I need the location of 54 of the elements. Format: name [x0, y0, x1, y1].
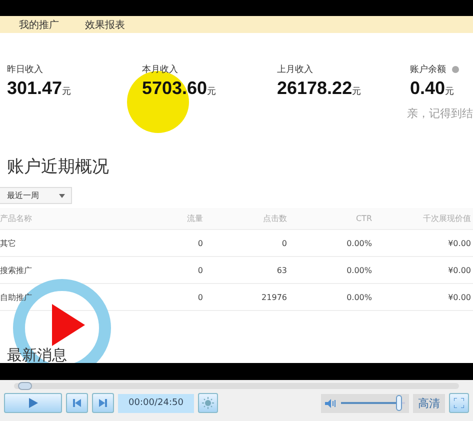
table-cell-text: 63 [276, 266, 288, 274]
stat-label: 账户余额 [410, 64, 446, 76]
stat-label: 上月收入 [277, 64, 313, 76]
column-header: 流量 [186, 213, 204, 224]
table-cell-text: ¥0.00 [447, 266, 472, 274]
stat-label: 昨日收入 [7, 64, 43, 76]
table-cell-text: 自助推广 [0, 292, 33, 302]
brightness-icon [202, 397, 214, 409]
period-dropdown[interactable]: 最近一周 [0, 187, 72, 204]
table-cell-text: 0 [280, 238, 288, 248]
unit-label: 元 [62, 86, 72, 98]
section-heading: 最新消息 [7, 346, 67, 363]
table-cell-text: 0.00% [346, 292, 373, 302]
brightness-button[interactable] [198, 393, 218, 413]
stat-value: 301.47 [7, 78, 62, 99]
table-cell-text: 其它 [0, 238, 17, 248]
volume-thumb[interactable] [396, 395, 402, 411]
table-cell-text: ¥0.00 [447, 238, 472, 248]
table-cell-text: 搜索推广 [0, 264, 33, 276]
table-cell-text: 0.00% [346, 266, 373, 274]
nav-tab[interactable]: 我的推广 [19, 18, 59, 32]
fullscreen-icon [454, 398, 464, 408]
table-cell-text: 0 [196, 266, 204, 274]
volume-icon[interactable] [325, 398, 337, 408]
seek-thumb[interactable] [18, 382, 32, 390]
play-button[interactable] [4, 393, 62, 413]
column-header: 点击数 [262, 213, 288, 224]
table-cell-text: 21976 [260, 292, 288, 302]
next-button[interactable] [92, 393, 114, 413]
unit-label: 元 [207, 86, 216, 98]
play-icon [28, 398, 38, 408]
column-header: 产品名称 [0, 213, 33, 224]
column-header: 千次展现价值 [422, 213, 472, 224]
stat-value: 0.40 [410, 78, 446, 99]
unit-label: 元 [352, 86, 362, 98]
caret-icon [59, 194, 65, 198]
next-icon [99, 399, 107, 407]
stat-value: 26178.22 [277, 78, 352, 99]
column-header: CTR [354, 214, 373, 223]
volume-slider[interactable] [341, 395, 405, 411]
table-cell-text: 0.00% [346, 238, 373, 248]
table-cell-text: ¥0.00 [447, 292, 472, 302]
nav-tab[interactable]: 效果报表 [85, 18, 125, 32]
table-cell-text: 0 [196, 238, 204, 248]
help-icon[interactable] [452, 66, 459, 73]
handwritten-note: 亲，记得到结 [406, 106, 473, 121]
table-cell-text: 0 [196, 292, 204, 302]
unit-label: 元 [445, 86, 454, 98]
quality-button[interactable]: 高清 [413, 394, 445, 412]
section-heading: 账户近期概况 [6, 156, 110, 178]
time-display: 00:00/24:50 [118, 394, 194, 412]
previous-icon [73, 399, 81, 407]
fullscreen-button[interactable] [449, 393, 469, 413]
previous-button[interactable] [66, 393, 88, 413]
